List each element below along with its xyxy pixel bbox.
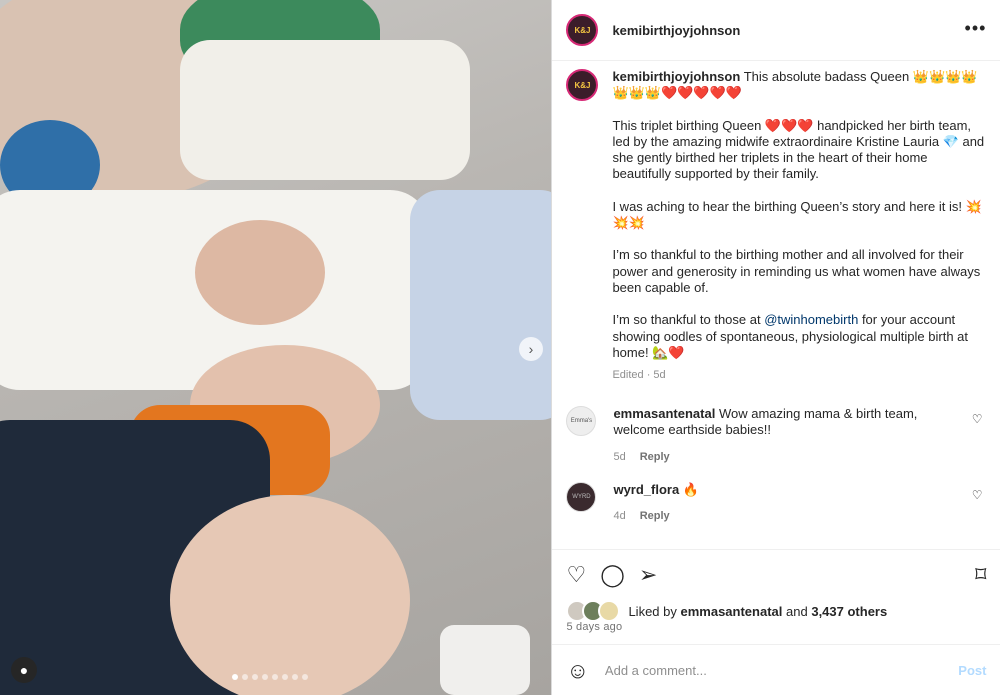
more-icon[interactable]: ••• — [965, 18, 987, 39]
caption-paragraph: I was aching to hear the birthing Queen’… — [612, 198, 982, 231]
likes-prefix: Liked by — [628, 603, 677, 619]
avatar[interactable]: Emma's — [566, 406, 597, 436]
comment-time: 4d — [613, 510, 626, 523]
post-header: K&J kemibirthjoyjohnson ••• — [552, 0, 1000, 61]
comment-username[interactable]: wyrd_flora — [613, 482, 679, 497]
comment-input[interactable] — [602, 662, 937, 679]
carousel-dot — [252, 674, 258, 680]
emoji-icon[interactable]: ☺ — [566, 658, 588, 684]
comment-time: 5d — [613, 450, 626, 463]
carousel-dot — [272, 674, 278, 680]
bookmark-icon[interactable]: ⌑ — [975, 562, 986, 588]
likes-summary: Liked by emmasantenatal and 3,437 others — [566, 600, 887, 622]
heart-icon[interactable]: ♡ — [566, 562, 586, 588]
carousel-dot — [282, 674, 288, 680]
carousel-dot — [232, 674, 238, 680]
add-comment-bar: ☺ Post — [552, 644, 1000, 696]
header-username[interactable]: kemibirthjoyjohnson — [612, 23, 740, 38]
caption-paragraph: This triplet birthing Queen ❤️❤️❤️ handp… — [612, 117, 985, 182]
heart-icon[interactable]: ♡ — [972, 412, 983, 426]
caption: K&J kemibirthjoyjohnson This absolute ba… — [566, 69, 986, 383]
heart-icon[interactable]: ♡ — [972, 488, 983, 502]
caption-text: I’m so thankful to those at — [612, 312, 765, 328]
reply-button[interactable]: Reply — [640, 451, 670, 463]
carousel-dot — [292, 674, 298, 680]
comment-text: 🔥 — [682, 482, 700, 497]
comment: Emma's emmasantenatal Wow amazing mama &… — [566, 406, 986, 465]
avatar — [598, 600, 621, 622]
likes-count[interactable]: 3,437 others — [811, 604, 887, 619]
reply-button[interactable]: Reply — [640, 510, 670, 522]
post-image[interactable]: › ● — [0, 0, 552, 695]
caption-username[interactable]: kemibirthjoyjohnson — [612, 69, 740, 84]
carousel-dot — [242, 674, 248, 680]
next-slide-button[interactable]: › — [519, 337, 543, 361]
carousel-dot — [262, 674, 268, 680]
comment-icon[interactable]: ◯ — [600, 562, 625, 588]
carousel-indicator — [232, 674, 308, 680]
avatar[interactable]: WYRD — [566, 482, 597, 512]
likes-user[interactable]: emmasantenatal — [681, 604, 783, 619]
comment-username[interactable]: emmasantenatal — [613, 406, 715, 421]
caption-paragraph: I’m so thankful to the birthing mother a… — [612, 247, 981, 295]
mention-link[interactable]: @twinhomebirth — [764, 312, 858, 327]
post-age: 5 days ago — [566, 621, 623, 633]
edited-label: Edited · 5d — [612, 369, 666, 382]
post-panel: K&J kemibirthjoyjohnson ••• K&J kemibirt… — [551, 0, 1000, 695]
post-button[interactable]: Post — [958, 663, 986, 678]
avatar[interactable]: K&J — [566, 14, 599, 46]
avatar[interactable]: K&J — [566, 69, 599, 101]
share-icon[interactable]: ➢ — [639, 562, 657, 588]
comment: WYRD wyrd_flora 🔥 4d Reply ♡ — [566, 482, 986, 525]
comments-scroll[interactable]: K&J kemibirthjoyjohnson This absolute ba… — [552, 61, 1000, 548]
likes-mid: and — [786, 603, 808, 619]
action-bar: ♡ ◯ ➢ ⌑ Liked by emmasantenatal and 3,43… — [552, 549, 1000, 633]
carousel-dot — [302, 674, 308, 680]
tagged-users-icon[interactable]: ● — [11, 657, 37, 683]
